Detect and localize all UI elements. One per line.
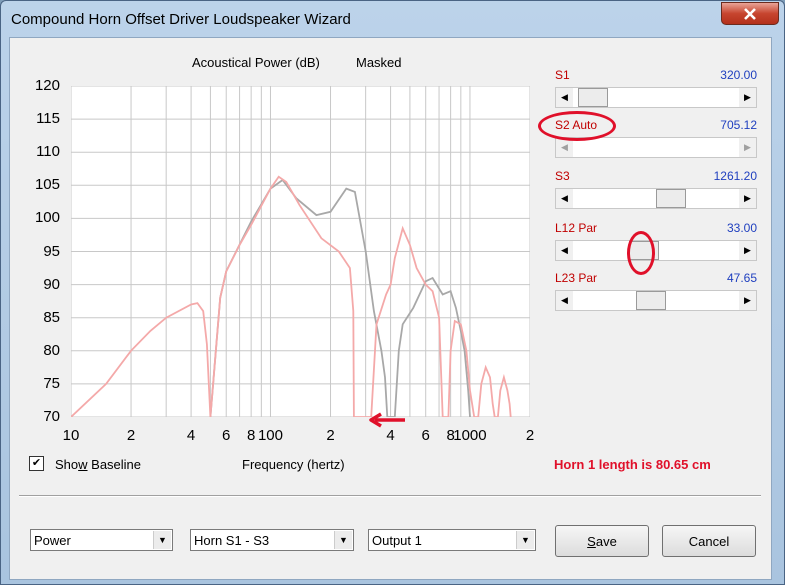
horn-dropdown-value: Horn S1 - S3	[194, 533, 270, 548]
horn-dropdown[interactable]: Horn S1 - S3 ▼	[190, 529, 354, 551]
slider-scrollbar[interactable]: ◀ ▶	[555, 188, 757, 209]
x-tick-label: 4	[386, 427, 395, 444]
x-tick-label: 2	[525, 427, 535, 444]
horn-length-text: Horn 1 length is 80.65 cm	[554, 457, 711, 472]
chart-masked-label: Masked	[356, 55, 402, 70]
chart-title: Acoustical Power (dB)	[192, 55, 320, 70]
x-tick-label: 6	[222, 427, 231, 444]
mode-dropdown[interactable]: Power ▼	[30, 529, 173, 551]
y-tick-label: 120	[34, 77, 60, 94]
x-tick-label: 8	[246, 427, 256, 444]
wizard-window: Compound Horn Offset Driver Loudspeaker …	[0, 0, 785, 585]
y-tick-label: 115	[36, 110, 60, 128]
y-tick-label: 100	[34, 209, 60, 227]
x-tick-label: 1000	[453, 427, 487, 444]
slider-value: 33.00	[726, 221, 757, 235]
arrow-right-icon[interactable]: ▶	[739, 189, 756, 208]
arrow-left-icon[interactable]: ◀	[556, 241, 573, 260]
y-tick-label: 75	[43, 374, 60, 392]
slider-value: 705.12	[720, 118, 757, 132]
output-dropdown[interactable]: Output 1 ▼	[368, 529, 536, 551]
slider-track	[573, 138, 739, 157]
arrow-left-icon[interactable]: ◀	[556, 88, 573, 107]
slider-label: S3	[555, 169, 570, 183]
slider-thumb[interactable]	[655, 189, 686, 208]
y-tick-label: 110	[36, 143, 60, 161]
slider-value: 1261.20	[713, 169, 757, 183]
slider-thumb[interactable]	[635, 291, 666, 310]
plot-area	[70, 85, 531, 418]
x-axis-label: Frequency (hertz)	[242, 457, 345, 472]
arrow-right-icon[interactable]: ▶	[739, 291, 756, 310]
title-bar: Compound Horn Offset Driver Loudspeaker …	[1, 1, 784, 37]
y-tick-label: 90	[43, 275, 60, 293]
arrow-left-icon[interactable]: ◀	[556, 291, 573, 310]
cancel-button[interactable]: Cancel	[662, 525, 756, 557]
y-tick-label: 95	[43, 242, 60, 260]
show-baseline-checkbox[interactable]: ✔	[29, 456, 44, 471]
arrow-right-icon[interactable]: ▶	[739, 241, 756, 260]
y-tick-label: 85	[43, 308, 60, 326]
annotation-arrow	[369, 412, 405, 428]
slider-label: S1	[555, 68, 570, 82]
slider-thumb[interactable]	[578, 88, 609, 107]
x-tick-label: 100	[257, 427, 283, 444]
slider-track-right	[608, 88, 739, 107]
slider-label: L23 Par	[555, 271, 598, 285]
mode-dropdown-value: Power	[34, 533, 71, 548]
output-dropdown-value: Output 1	[372, 533, 422, 548]
arrow-right-icon[interactable]: ▶	[739, 138, 756, 157]
slider-track-left	[573, 291, 636, 310]
close-button[interactable]	[721, 2, 779, 25]
slider-value: 320.00	[720, 68, 757, 82]
slider-track-right	[658, 241, 739, 260]
slider-scrollbar[interactable]: ◀ ▶	[555, 240, 757, 261]
slider-track-left	[573, 241, 629, 260]
slider-scrollbar[interactable]: ◀ ▶	[555, 290, 757, 311]
show-baseline-label[interactable]: Show Baseline	[55, 457, 141, 472]
window-title: Compound Horn Offset Driver Loudspeaker …	[11, 11, 351, 28]
arrow-left-icon[interactable]: ◀	[556, 189, 573, 208]
annotation-ellipse-l12	[627, 231, 655, 275]
slider-track-left	[573, 189, 656, 208]
save-button[interactable]: Save	[555, 525, 649, 557]
close-icon	[744, 7, 756, 20]
chevron-down-icon[interactable]: ▼	[153, 531, 171, 549]
slider-label: L12 Par	[555, 221, 598, 235]
y-tick-label: 70	[43, 408, 60, 425]
slider-scrollbar[interactable]: ◀ ▶	[555, 87, 757, 108]
x-tick-label: 4	[186, 427, 196, 444]
x-tick-label: 6	[421, 427, 430, 444]
series-line-1	[209, 178, 471, 418]
chart-svg	[70, 85, 531, 418]
x-tick-label: 2	[326, 427, 335, 444]
slider-track-right	[665, 291, 739, 310]
chevron-down-icon[interactable]: ▼	[516, 531, 534, 549]
annotation-ellipse-s2	[538, 111, 616, 141]
client-area: Acoustical Power (dB) Masked 120 115 110 10…	[9, 37, 772, 580]
slider-track-right	[685, 189, 739, 208]
x-tick-label: 2	[126, 427, 136, 444]
series-line-2	[70, 175, 512, 418]
chevron-down-icon[interactable]: ▼	[334, 531, 352, 549]
y-tick-label: 80	[43, 341, 60, 359]
slider-value: 47.65	[726, 271, 757, 285]
y-tick-label: 105	[34, 176, 60, 194]
x-tick-label: 10	[62, 427, 80, 444]
divider	[19, 495, 761, 497]
arrow-right-icon[interactable]: ▶	[739, 88, 756, 107]
